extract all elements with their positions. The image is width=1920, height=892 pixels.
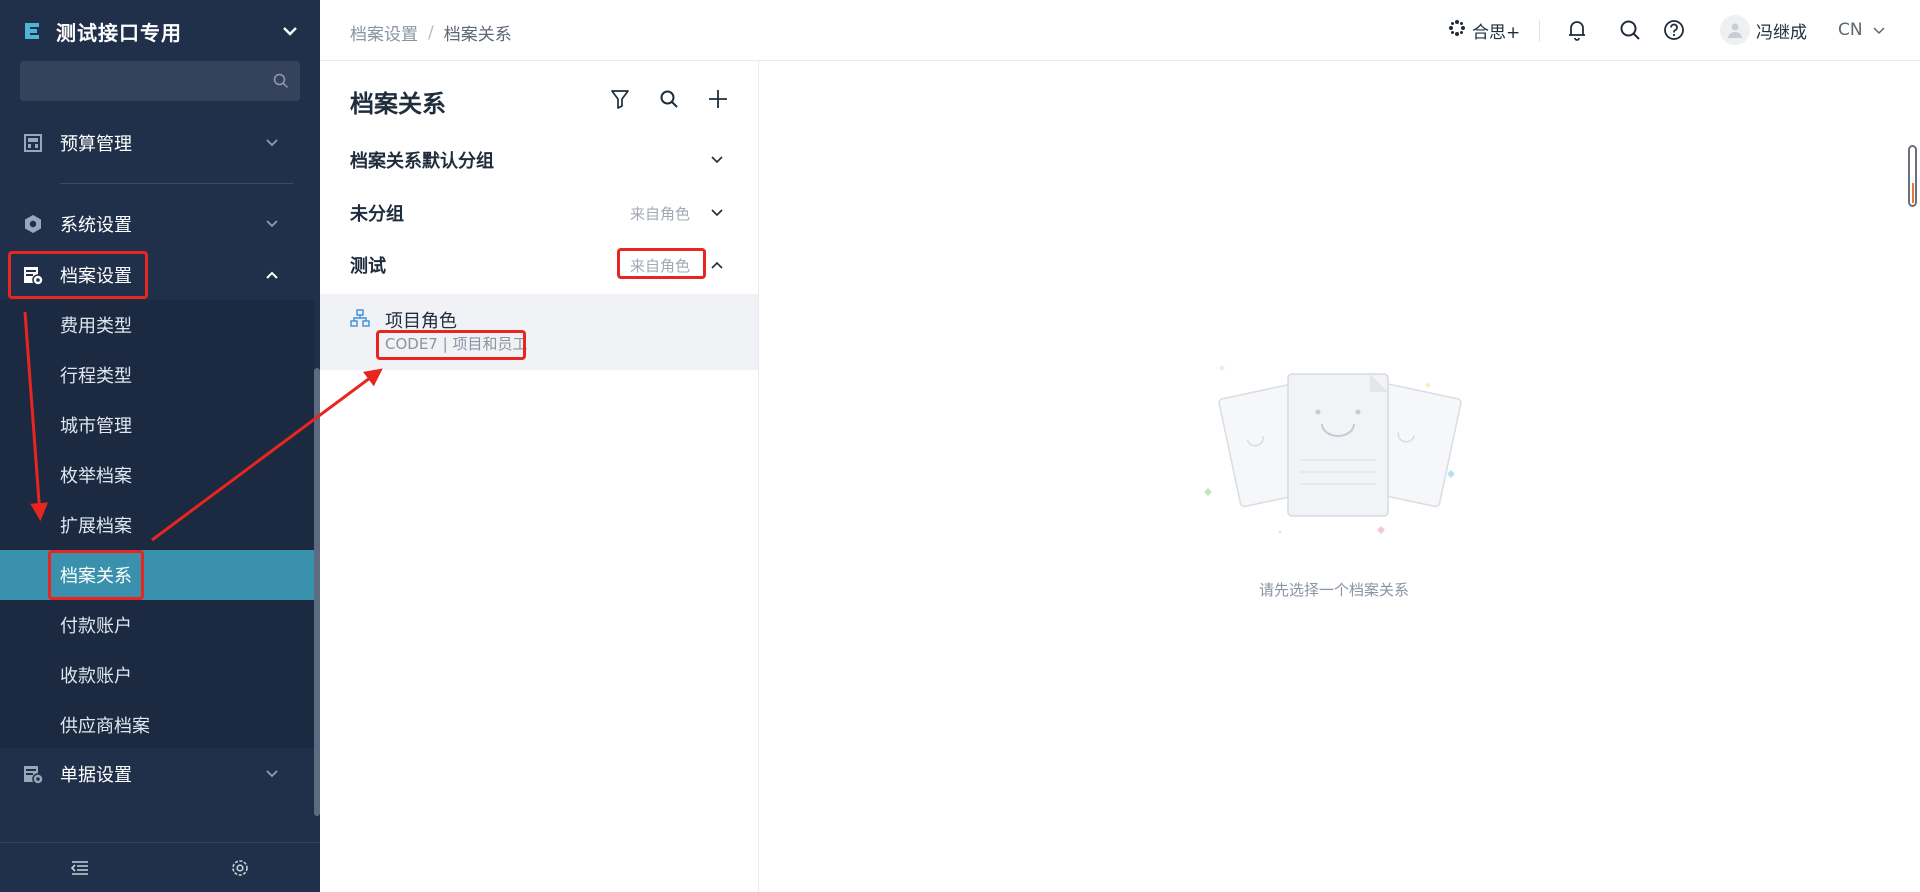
brand-switcher[interactable]: 测试接口专用 [20,14,300,48]
breadcrumb-current: 档案关系 [443,25,512,45]
group-tag: 来自角色 [629,204,690,223]
chevron-down-icon[interactable] [280,21,300,41]
menu-divider [60,183,293,184]
menu-item-budget[interactable]: 预算管理 [0,118,300,168]
annotation-box-archive-relation [48,550,144,600]
settings-icon[interactable] [229,857,251,879]
sidebar-search-input[interactable] [20,61,300,101]
sidebar-item-expense-type[interactable]: 费用类型 [0,300,314,350]
menu-label: 预算管理 [60,134,132,155]
group-name: 未分组 [350,204,404,225]
main-scrollbar[interactable] [1908,145,1917,207]
header-divider [1539,20,1540,42]
menu-label: 系统设置 [60,215,132,236]
menu-item-document[interactable]: 单据设置 [0,749,300,799]
sidebar: 测试接口专用 预算管理 系统设置 档案设置 费用类型 行程类型 城市管理 枚举档… [0,0,320,892]
sidebar-item-payment-account[interactable]: 付款账户 [0,600,314,650]
breadcrumb-separator: / [428,22,434,43]
archive-submenu: 费用类型 行程类型 城市管理 枚举档案 扩展档案 档案关系 付款账户 收款账户 … [0,300,314,748]
add-icon[interactable] [703,84,733,114]
search-icon[interactable] [654,84,684,114]
sidebar-item-supplier-archive[interactable]: 供应商档案 [0,700,314,750]
brand-name: 测试接口专用 [56,20,182,45]
menu-label: 单据设置 [60,765,132,786]
search-icon [272,72,290,90]
chevron-down-icon [262,764,282,784]
hs-plus-button[interactable]: 合思+ [1448,18,1520,43]
hs-plus-label: 合思+ [1472,23,1521,43]
chevron-down-icon [262,133,282,153]
search-icon[interactable] [1618,18,1642,42]
annotation-box-code [376,330,526,360]
sidebar-item-city-management[interactable]: 城市管理 [0,400,314,450]
group-name: 测试 [350,256,386,277]
chevron-down-icon [262,214,282,234]
chevron-down-icon [708,151,726,169]
chevron-up-icon [262,265,282,285]
chevron-down-icon [708,204,726,222]
chevron-up-icon [708,256,726,274]
annotation-box-role-tag [617,248,706,279]
group-ungrouped[interactable]: 未分组 来自角色 [350,198,730,228]
top-header: 档案设置 / 档案关系 合思+ 冯继成 CN [320,0,1920,61]
page-title: 档案关系 [350,90,446,118]
annotation-box-archive-settings [8,251,148,299]
help-icon[interactable] [1662,18,1686,42]
language-switcher[interactable]: CN [1838,20,1885,40]
language-label: CN [1838,20,1863,40]
sidebar-item-extended-archive[interactable]: 扩展档案 [0,500,314,550]
group-name: 档案关系默认分组 [350,151,494,172]
breadcrumb: 档案设置 / 档案关系 [350,20,512,46]
sidebar-item-receiving-account[interactable]: 收款账户 [0,650,314,700]
hierarchy-icon [350,308,370,328]
bell-icon[interactable] [1565,18,1589,42]
document-settings-icon [22,763,44,785]
menu-item-system[interactable]: 系统设置 [0,199,300,249]
user-menu[interactable]: 冯继成 [1720,15,1807,45]
budget-icon [22,132,44,154]
gear-icon [22,213,44,235]
sidebar-footer [0,842,320,892]
brand-logo-icon [20,19,44,43]
sidebar-item-enum-archive[interactable]: 枚举档案 [0,450,314,500]
breadcrumb-item[interactable]: 档案设置 [350,20,418,45]
filter-icon[interactable] [605,84,635,114]
sidebar-item-trip-type[interactable]: 行程类型 [0,350,314,400]
avatar [1720,15,1750,45]
panel-toolbar [605,84,752,114]
relation-list-panel: 档案关系 档案关系默认分组 未分组 来自角色 测试 来自角色 项目角色 CODE… [320,61,759,892]
user-name: 冯继成 [1756,22,1807,43]
chevron-down-icon [1873,20,1885,40]
apps-grid-icon [1448,19,1466,42]
empty-state-text: 请先选择一个档案关系 [1259,581,1410,599]
group-default[interactable]: 档案关系默认分组 [350,145,730,175]
collapse-menu-icon[interactable] [69,857,91,879]
empty-illustration [1200,360,1480,550]
app-root: 测试接口专用 预算管理 系统设置 档案设置 费用类型 行程类型 城市管理 枚举档… [0,0,1920,892]
